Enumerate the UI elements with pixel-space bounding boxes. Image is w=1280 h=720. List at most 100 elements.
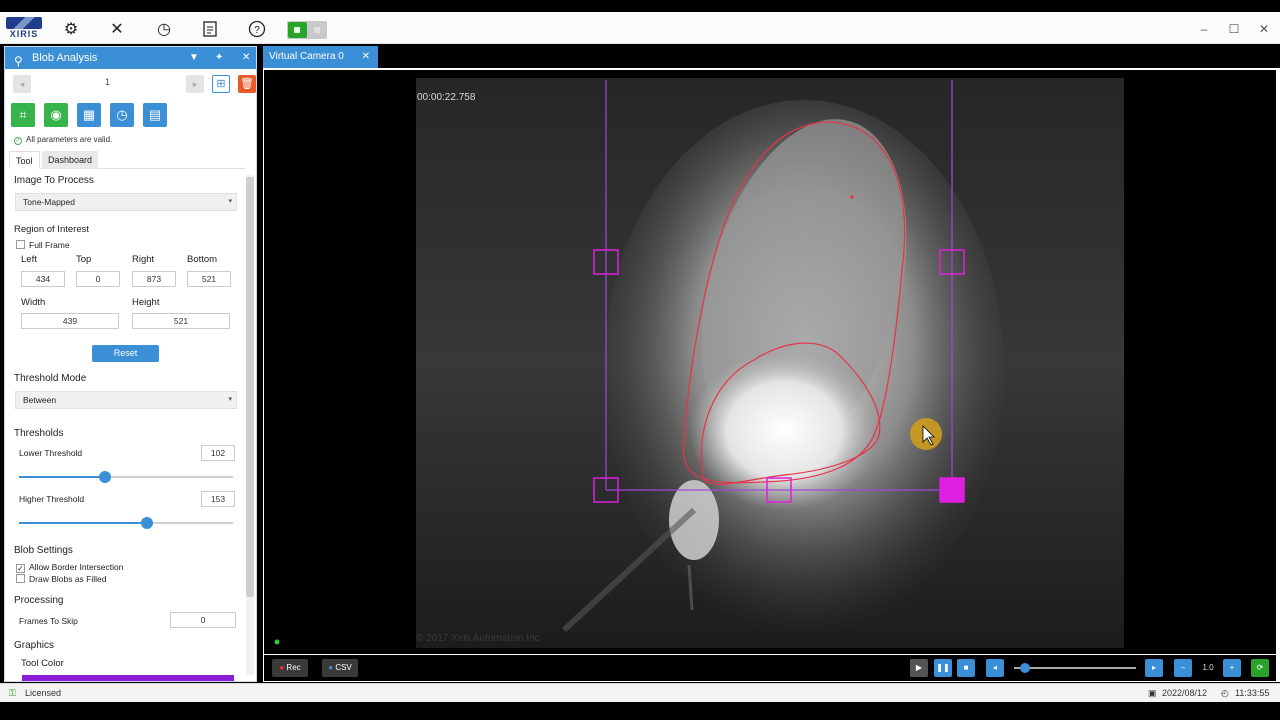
roi-handle-bottom-right[interactable] [939, 477, 965, 503]
crop-icon[interactable]: ⌗ [11, 103, 35, 127]
width-label: Width [21, 297, 46, 308]
check-icon: ✓ [14, 137, 22, 145]
reset-button[interactable]: Reset [92, 345, 159, 362]
clock-icon: ◴ [1221, 688, 1229, 698]
higher-threshold-label: Higher Threshold [19, 494, 85, 504]
minimize-button[interactable]: ‒ [1196, 22, 1212, 36]
status-date: 2022/08/12 [1162, 688, 1208, 698]
weld-pool [689, 350, 879, 510]
height-input[interactable]: 521 [132, 313, 230, 329]
gear-icon[interactable]: ⚙ [61, 19, 81, 39]
top-input[interactable]: 0 [76, 271, 120, 287]
timeline-slider[interactable] [1014, 663, 1136, 673]
timeline-handle[interactable] [1020, 663, 1030, 673]
lower-threshold-slider[interactable] [19, 471, 233, 483]
gauge-icon[interactable]: ◷ [154, 19, 174, 39]
help-icon[interactable]: ? [247, 19, 267, 39]
image-to-process-select[interactable]: Tone-Mapped ▾ [15, 193, 237, 211]
frames-to-skip-label: Frames To Skip [19, 616, 78, 626]
width-input[interactable]: 439 [21, 313, 119, 329]
letterbox-top [0, 0, 1280, 12]
main-toolbar: XIRIS ⚙ ✕ ◷ ? ‒ ☐ ✕ [0, 12, 1280, 44]
slower-button[interactable]: ‒ [1174, 659, 1192, 677]
graphics-label: Graphics [14, 640, 55, 651]
tool-color-label: Tool Color [21, 658, 64, 669]
processing-label: Processing [14, 595, 64, 606]
timer-icon[interactable]: ◷ [110, 103, 134, 127]
slider-handle[interactable] [141, 517, 153, 529]
validation-message: ✓ All parameters are valid. [14, 135, 113, 145]
left-label: Left [21, 254, 37, 265]
chevron-down-icon: ▾ [228, 198, 232, 205]
tool-navigation: ◂ 1 ▸ ⊞ 🗑 [11, 75, 256, 93]
right-label: Right [132, 254, 155, 265]
camera-viewport[interactable]: 00:00:22.758 © 2017 Xiris Automation Inc [264, 70, 1276, 654]
document-icon[interactable] [200, 19, 220, 39]
svg-text:?: ? [254, 25, 260, 36]
loop-icon[interactable]: ⟳ [1251, 659, 1269, 677]
step-back-button[interactable]: ◂ [986, 659, 1004, 677]
tools-icon[interactable]: ✕ [107, 19, 127, 39]
close-button[interactable]: ✕ [1256, 22, 1272, 36]
pause-button[interactable]: ❚❚ [934, 659, 952, 677]
blob-settings-label: Blob Settings [14, 545, 73, 556]
height-label: Height [132, 297, 160, 308]
lower-threshold-label: Lower Threshold [19, 448, 83, 458]
left-input[interactable]: 434 [21, 271, 65, 287]
tab-virtual-camera[interactable]: Virtual Camera 0 ✕ [263, 46, 378, 68]
image-to-process-label: Image To Process [14, 175, 94, 186]
camera-image [274, 78, 1124, 648]
threshold-mode-label: Threshold Mode [14, 373, 87, 384]
tool-icon: ⚲ [14, 54, 23, 68]
slider-handle[interactable] [99, 471, 111, 483]
dropdown-arrow-icon[interactable]: ▼ [189, 47, 199, 69]
delete-tool-button[interactable]: 🗑 [238, 75, 256, 93]
right-input[interactable]: 873 [132, 271, 176, 287]
pin-icon[interactable]: ✦ [215, 47, 223, 69]
report-icon[interactable]: ▤ [143, 103, 167, 127]
calendar-icon: ▣ [1148, 688, 1157, 698]
thresholds-label: Thresholds [14, 428, 64, 439]
panel-scrollbar-thumb[interactable] [246, 177, 254, 597]
tab-tool[interactable]: Tool [9, 151, 40, 169]
maximize-button[interactable]: ☐ [1226, 22, 1242, 36]
blob-analysis-panel: ⚲ Blob Analysis ▼ ✦ ✕ ◂ 1 ▸ ⊞ 🗑 ⌗ ◉ ▦ ◷ … [4, 46, 257, 682]
license-icon: ⚿ [9, 688, 16, 698]
playback-bar: ● Rec ● CSV ▶ ❚❚ ■ ◂ ▸ ‒ 1.0 + ⟳ [264, 655, 1276, 681]
bottom-input[interactable]: 521 [187, 271, 231, 287]
status-bar: ⚿ Licensed ▣ 2022/08/12 ◴ 11:33:55 [0, 683, 1280, 702]
higher-threshold-slider[interactable] [19, 517, 233, 529]
roi-label: Region of Interest [14, 224, 89, 235]
full-frame-checkbox[interactable]: Full Frame [16, 240, 70, 250]
xiris-logo: XIRIS [6, 17, 42, 39]
target-icon[interactable]: ◉ [44, 103, 68, 127]
stop-button[interactable]: ■ [957, 659, 975, 677]
next-tool-button[interactable]: ▸ [186, 75, 204, 93]
live-toggle[interactable] [287, 21, 327, 39]
slider-fill [19, 522, 147, 524]
grid-icon[interactable]: ▦ [77, 103, 101, 127]
draw-filled-checkbox[interactable]: Draw Blobs as Filled [16, 574, 106, 584]
close-tab-icon[interactable]: ✕ [362, 46, 370, 68]
record-button[interactable]: ● Rec [272, 659, 308, 677]
letterbox-bottom [0, 702, 1280, 720]
panel-tabs: Tool Dashboard [9, 151, 245, 169]
allow-border-checkbox[interactable]: ✓ Allow Border Intersection [16, 562, 124, 573]
bottom-label: Bottom [187, 254, 218, 265]
frames-to-skip-input[interactable]: 0 [170, 612, 236, 628]
tab-dashboard[interactable]: Dashboard [42, 151, 99, 169]
previous-tool-button[interactable]: ◂ [13, 75, 31, 93]
close-panel-icon[interactable]: ✕ [242, 47, 250, 69]
higher-threshold-input[interactable]: 153 [201, 491, 235, 507]
threshold-mode-select[interactable]: Between ▾ [15, 391, 237, 409]
add-tool-button[interactable]: ⊞ [212, 75, 230, 93]
tool-index: 1 [105, 77, 111, 87]
csv-button[interactable]: ● CSV [322, 659, 358, 677]
copyright-watermark: © 2017 Xiris Automation Inc [416, 633, 540, 644]
tool-color-swatch[interactable] [22, 675, 234, 681]
faster-button[interactable]: + [1223, 659, 1241, 677]
play-button[interactable]: ▶ [910, 659, 928, 677]
lower-threshold-input[interactable]: 102 [201, 445, 235, 461]
step-forward-button[interactable]: ▸ [1145, 659, 1163, 677]
video-timestamp: 00:00:22.758 [417, 92, 476, 103]
